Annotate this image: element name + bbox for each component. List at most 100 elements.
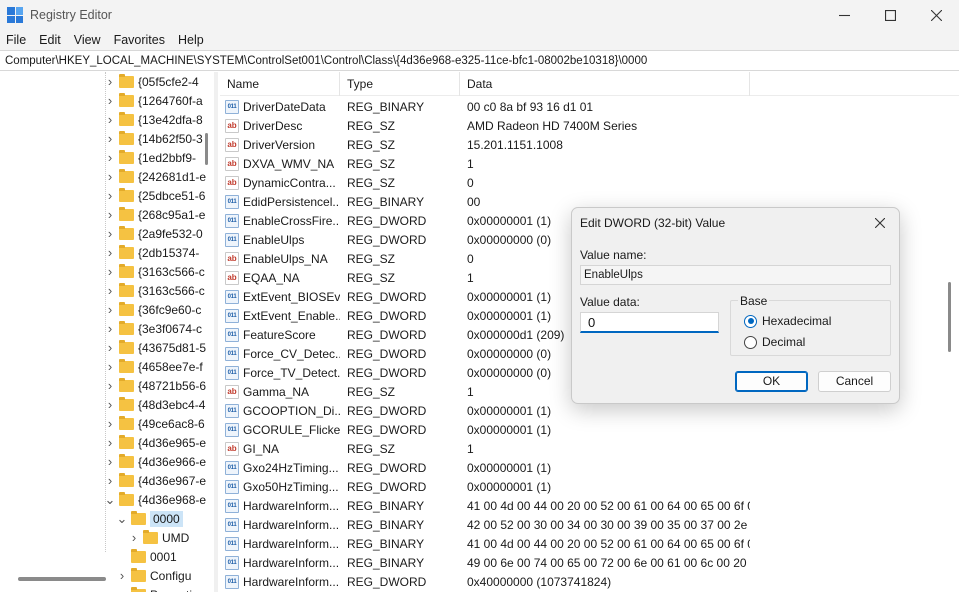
tree-item[interactable]: › {1264760f-a <box>104 91 203 110</box>
chevron-right-icon[interactable]: › <box>104 454 116 469</box>
chevron-right-icon[interactable]: › <box>104 359 116 374</box>
tree-item[interactable]: › {25dbce51-6 <box>104 186 205 205</box>
table-row[interactable]: ab DriverVersion REG_SZ 15.201.1151.1008 <box>220 135 959 154</box>
tree-item[interactable]: › {4d36e967-e <box>104 471 206 490</box>
table-row[interactable]: 011 Gxo50HzTiming... REG_DWORD 0x00000001 (… <box>220 477 959 496</box>
chevron-right-icon[interactable]: › <box>104 378 116 393</box>
tree-item[interactable]: › {05f5cfe2-4 <box>104 72 199 91</box>
table-row[interactable]: ab DynamicContra... REG_SZ 0 <box>220 173 959 192</box>
tree-item[interactable]: › Configu <box>116 566 191 585</box>
ok-button[interactable]: OK <box>735 371 808 392</box>
table-row[interactable]: ab GI_NA REG_SZ 1 <box>220 439 959 458</box>
chevron-right-icon[interactable]: › <box>104 169 116 184</box>
chevron-right-icon[interactable]: › <box>104 473 116 488</box>
table-row[interactable]: 011 Gxo24HzTiming... REG_DWORD 0x00000001 (… <box>220 458 959 477</box>
chevron-right-icon[interactable]: › <box>104 435 116 450</box>
radio-decimal-circle[interactable] <box>744 335 757 349</box>
tree-item[interactable]: › {1ed2bbf9- <box>104 148 196 167</box>
cancel-button[interactable]: Cancel <box>818 371 891 392</box>
key-tree[interactable]: › {05f5cfe2-4 › {1264760f-a › {13e42dfa-8 › {14… <box>0 72 212 592</box>
column-name-header[interactable]: Name <box>220 72 340 96</box>
radio-hexadecimal-circle[interactable] <box>744 314 757 328</box>
value-data-input[interactable]: 0 <box>580 312 719 333</box>
binary-value-icon: 011 <box>225 517 239 532</box>
table-row[interactable]: 011 HardwareInform... REG_BINARY 41 00 4d 0… <box>220 496 959 515</box>
tree-item[interactable]: Propertie <box>116 585 199 592</box>
table-row[interactable]: ab DriverDesc REG_SZ AMD Radeon HD 7400M Se… <box>220 116 959 135</box>
tree-item[interactable]: › {13e42dfa-8 <box>104 110 203 129</box>
tree-item[interactable]: 0001 <box>116 547 177 566</box>
tree-item[interactable]: › {268c95a1-e <box>104 205 205 224</box>
chevron-right-icon[interactable]: › <box>104 188 116 203</box>
maximize-button[interactable] <box>867 0 913 30</box>
menu-favorites[interactable]: Favorites <box>114 33 165 47</box>
tree-item[interactable]: › {48d3ebc4-4 <box>104 395 205 414</box>
close-button[interactable] <box>913 0 959 30</box>
chevron-right-icon[interactable]: › <box>128 530 140 545</box>
menu-view[interactable]: View <box>74 33 101 47</box>
tree-item[interactable]: › {43675d81-5 <box>104 338 206 357</box>
folder-icon <box>119 225 134 240</box>
chevron-right-icon[interactable]: › <box>104 112 116 127</box>
value-name-text: DriverDesc <box>243 118 303 133</box>
column-type-header[interactable]: Type <box>340 72 460 96</box>
menu-edit[interactable]: Edit <box>39 33 61 47</box>
chevron-down-icon[interactable]: ⌄ <box>104 492 116 508</box>
tree-item[interactable]: › {49ce6ac8-6 <box>104 414 205 433</box>
table-row[interactable]: 011 HardwareInform... REG_BINARY 42 00 52 0… <box>220 515 959 534</box>
radio-hexadecimal[interactable]: Hexadecimal <box>744 314 831 328</box>
binary-value-icon: 011 <box>225 346 239 361</box>
chevron-right-icon[interactable]: › <box>104 207 116 222</box>
address-bar[interactable]: Computer\HKEY_LOCAL_MACHINE\SYSTEM\Contr… <box>0 50 959 71</box>
tree-item[interactable]: ⌄ 0000 <box>116 509 183 528</box>
registry-app-icon <box>7 7 23 23</box>
chevron-right-icon[interactable]: › <box>104 321 116 336</box>
chevron-right-icon[interactable]: › <box>104 226 116 241</box>
tree-item-label: {2a9fe532-0 <box>138 226 203 241</box>
tree-item[interactable]: › {3e3f0674-c <box>104 319 202 338</box>
chevron-right-icon[interactable]: › <box>104 340 116 355</box>
chevron-right-icon[interactable]: › <box>104 131 116 146</box>
tree-item[interactable]: › {2db15374- <box>104 243 199 262</box>
table-row[interactable]: ab DXVA_WMV_NA REG_SZ 1 <box>220 154 959 173</box>
chevron-right-icon[interactable]: › <box>104 74 116 89</box>
chevron-right-icon[interactable]: › <box>104 264 116 279</box>
menu-help[interactable]: Help <box>178 33 204 47</box>
chevron-right-icon[interactable]: › <box>104 416 116 431</box>
tree-horizontal-scrollbar[interactable] <box>18 577 106 581</box>
minimize-button[interactable] <box>821 0 867 30</box>
chevron-right-icon[interactable]: › <box>104 150 116 165</box>
table-row[interactable]: 011 GCORULE_Flicke... REG_DWORD 0x00000001 … <box>220 420 959 439</box>
tree-item[interactable]: › {14b62f50-3 <box>104 129 203 148</box>
tree-vertical-scrollbar[interactable] <box>205 133 208 165</box>
tree-item[interactable]: ⌄ {4d36e968-e <box>104 490 206 509</box>
chevron-right-icon[interactable]: › <box>104 397 116 412</box>
tree-item[interactable]: › {4d36e966-e <box>104 452 206 471</box>
tree-item[interactable]: › {242681d1-e <box>104 167 206 186</box>
table-row[interactable]: 011 HardwareInform... REG_BINARY 49 00 6e 0… <box>220 553 959 572</box>
tree-item[interactable]: › {3163c566-c <box>104 281 205 300</box>
menu-file[interactable]: File <box>6 33 26 47</box>
tree-item[interactable]: › {4658ee7e-f <box>104 357 203 376</box>
table-row[interactable]: 011 HardwareInform... REG_DWORD 0x40000000 … <box>220 572 959 591</box>
tree-item[interactable]: › {36fc9e60-c <box>104 300 201 319</box>
tree-item[interactable]: › {3163c566-c <box>104 262 205 281</box>
chevron-down-icon[interactable]: ⌄ <box>116 511 128 527</box>
chevron-right-icon[interactable]: › <box>116 568 128 583</box>
chevron-right-icon[interactable]: › <box>104 283 116 298</box>
tree-item[interactable]: › {4d36e965-e <box>104 433 206 452</box>
chevron-right-icon[interactable]: › <box>104 93 116 108</box>
tree-item[interactable]: › {48721b56-6 <box>104 376 206 395</box>
table-row[interactable]: 011 DriverDateData REG_BINARY 00 c0 8a bf 9… <box>220 97 959 116</box>
table-row[interactable]: 011 HardwareInform... REG_BINARY 41 00 4d 0… <box>220 534 959 553</box>
chevron-right-icon[interactable]: › <box>104 302 116 317</box>
value-type-cell: REG_DWORD <box>347 308 427 323</box>
column-data-header[interactable]: Data <box>460 72 750 96</box>
tree-item[interactable]: › {2a9fe532-0 <box>104 224 203 243</box>
value-data-cell: 41 00 4d 00 44 00 20 00 52 00 61 00 64 0… <box>467 536 750 551</box>
dialog-close-button[interactable] <box>867 212 893 234</box>
tree-item[interactable]: › UMD <box>128 528 189 547</box>
pane-splitter[interactable] <box>214 72 218 592</box>
chevron-right-icon[interactable]: › <box>104 245 116 260</box>
radio-decimal[interactable]: Decimal <box>744 335 805 349</box>
